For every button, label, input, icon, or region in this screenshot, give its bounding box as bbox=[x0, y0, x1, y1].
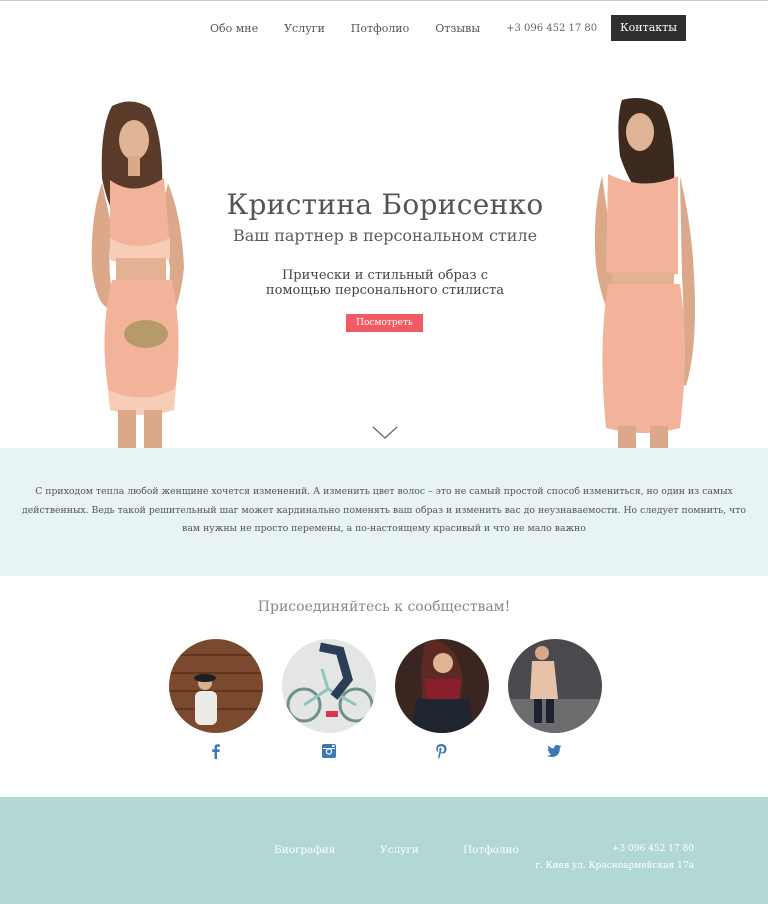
nav-phone: +3 096 452 17 80 bbox=[506, 22, 598, 34]
hero-model-image-left bbox=[52, 98, 212, 448]
footer-link-services[interactable]: Услуги bbox=[380, 844, 419, 856]
hero-description-line-2: помощью персонального стилиста bbox=[265, 283, 505, 298]
about-section: С приходом тепла любой женщине хочется и… bbox=[0, 448, 768, 576]
hero-description: Прически и стильный образ с помощью перс… bbox=[200, 268, 570, 298]
community-title: Присоединяйтесь к сообществам! bbox=[257, 599, 511, 615]
hero-name: Кристина Борисенко bbox=[226, 188, 544, 221]
about-text: С приходом тепла любой женщине хочется и… bbox=[22, 486, 746, 534]
community-photo-1[interactable] bbox=[169, 639, 263, 733]
nav-item-about[interactable]: Обо мне bbox=[210, 22, 258, 35]
contacts-button[interactable]: Контакты bbox=[611, 15, 686, 41]
top-border bbox=[0, 0, 768, 1]
community-photo-2[interactable] bbox=[282, 639, 376, 733]
view-button[interactable]: Посмотреть bbox=[346, 314, 423, 332]
footer-link-biography[interactable]: Биография bbox=[274, 844, 335, 856]
nav-item-services[interactable]: Услуги bbox=[284, 22, 325, 35]
instagram-icon[interactable] bbox=[320, 742, 338, 760]
footer-link-portfolio[interactable]: Потфолио bbox=[463, 844, 519, 856]
footer-phone: +3 096 452 17 80 bbox=[612, 844, 694, 854]
top-nav: Обо мне Услуги Потфолио Отзывы +3 096 45… bbox=[184, 15, 686, 41]
nav-item-reviews[interactable]: Отзывы bbox=[435, 22, 480, 35]
hero-subtitle: Ваш партнер в персональном стиле bbox=[232, 226, 538, 245]
community-photo-3[interactable] bbox=[395, 639, 489, 733]
pinterest-icon[interactable] bbox=[432, 742, 450, 760]
community-photo-4[interactable] bbox=[508, 639, 602, 733]
hero-model-image-right bbox=[582, 96, 722, 448]
hero-section: Кристина Борисенко Ваш партнер в персона… bbox=[0, 60, 768, 448]
hero-description-line-1: Прически и стильный образ с bbox=[281, 268, 489, 283]
footer-address: г. Киев ул. Красноармейская 17а bbox=[535, 861, 694, 871]
footer: Биография Услуги Потфолио +3 096 452 17 … bbox=[0, 797, 768, 904]
nav-item-portfolio[interactable]: Потфолио bbox=[351, 22, 409, 35]
chevron-down-icon[interactable] bbox=[372, 425, 398, 439]
twitter-icon[interactable] bbox=[545, 742, 563, 760]
facebook-icon[interactable] bbox=[207, 742, 225, 760]
